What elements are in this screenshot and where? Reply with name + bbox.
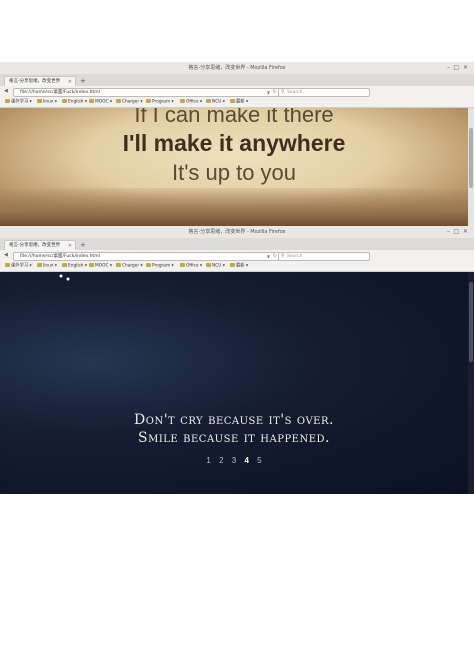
- bookmark-folder[interactable]: 最新 ▾: [230, 99, 248, 106]
- bookmark-folder[interactable]: English ▾: [62, 99, 87, 106]
- city-skyline-image: [0, 188, 468, 226]
- back-icon[interactable]: ◀: [4, 88, 8, 95]
- quote-line-1: If I can make it there: [134, 108, 334, 127]
- folder-icon: [89, 99, 94, 103]
- bookmark-folder[interactable]: 课外学习 ▾: [5, 99, 32, 106]
- browser-tab[interactable]: 格言-分享思绪，改变世界 ✕: [4, 240, 76, 250]
- folder-icon: [146, 263, 151, 267]
- scrollbar-thumb[interactable]: [469, 282, 473, 362]
- new-tab-button[interactable]: +: [80, 240, 86, 250]
- search-input[interactable]: ⚲ Search: [278, 88, 370, 97]
- bookmarks-toolbar: 课外学习 ▾ linux ▾ English ▾ MOOC ▾ Charger …: [0, 261, 474, 272]
- bookmark-folder[interactable]: English ▾: [62, 263, 87, 270]
- quote-line-2: I'll make it anywhere: [122, 130, 346, 156]
- pager-item[interactable]: 3: [232, 456, 236, 465]
- scrollbar[interactable]: [468, 108, 474, 226]
- folder-icon: [116, 99, 121, 103]
- back-icon[interactable]: ◀: [4, 252, 8, 259]
- folder-icon: [230, 99, 235, 103]
- close-window-button[interactable]: ✕: [463, 62, 468, 74]
- scrollbar-thumb[interactable]: [469, 128, 473, 188]
- nav-bar: ◀ file:///home/sc/桌面/Fuck/index.html ▼ ↻…: [0, 86, 474, 105]
- search-input[interactable]: ⚲ Search: [278, 252, 370, 261]
- minimize-button[interactable]: –: [447, 62, 450, 74]
- window-title: 格言-分享思绪，改变世界 - Mozilla Firefox: [188, 65, 286, 71]
- quote-line-3: It's up to you: [171, 160, 297, 185]
- nav-bar: ◀ file:///home/sc/桌面/Fuck/index.html ▼ ↻…: [0, 250, 474, 269]
- firefox-window-2: 格言-分享思绪，改变世界 - Mozilla Firefox – □ ✕ 格言-…: [0, 226, 474, 494]
- folder-icon: [37, 99, 42, 103]
- bookmark-folder[interactable]: linux ▾: [37, 263, 57, 270]
- url-text: file:///home/sc/桌面/Fuck/index.html: [20, 90, 100, 95]
- search-placeholder: Search: [287, 90, 303, 95]
- toolbar-icons: ☆▤◘⇩⌂☺●▣≡: [364, 88, 445, 105]
- tab-label: 格言-分享思绪，改变世界: [9, 79, 61, 84]
- bookmarks-toolbar: 课外学习 ▾ linux ▾ English ▾ MOOC ▾ Charger …: [0, 97, 474, 108]
- search-icon: ⚲: [281, 89, 285, 95]
- folder-icon: [5, 263, 10, 267]
- folder-icon: [62, 263, 67, 267]
- reload-icon[interactable]: ↻: [273, 253, 277, 260]
- bookmark-folder[interactable]: MOOC ▾: [89, 263, 112, 270]
- quote-line-2: Smile because it happened.: [137, 430, 330, 446]
- tab-bar: 格言-分享思绪，改变世界 ✕ +: [0, 238, 474, 250]
- firefox-window-1: 格言-分享思绪，改变世界 - Mozilla Firefox – □ ✕ 格言-…: [0, 62, 474, 226]
- new-tab-button[interactable]: +: [80, 76, 86, 86]
- url-bar[interactable]: file:///home/sc/桌面/Fuck/index.html ▼ ↻: [13, 252, 281, 261]
- bookmark-folder[interactable]: Charger ▾: [116, 99, 143, 106]
- pager-item[interactable]: 5: [257, 456, 261, 465]
- folder-icon: [180, 263, 185, 267]
- pager-item[interactable]: 1: [206, 456, 210, 465]
- folder-icon: [230, 263, 235, 267]
- bookmark-folder[interactable]: Program ▾: [146, 263, 174, 270]
- bookmark-folder[interactable]: NCU ▾: [206, 99, 225, 106]
- bookmark-folder[interactable]: 最新 ▾: [230, 263, 248, 270]
- toolbar-icons: ☆▤◘⇩⌂☺●▣≡: [364, 252, 445, 269]
- folder-icon: [62, 99, 67, 103]
- url-text: file:///home/sc/桌面/Fuck/index.html: [20, 254, 100, 259]
- scrollbar[interactable]: [468, 272, 474, 494]
- dropdown-arrow-icon[interactable]: ▼: [267, 253, 270, 260]
- slide-pager: 1 2 3 4 5: [0, 456, 468, 465]
- folder-icon: [116, 263, 121, 267]
- folder-icon: [89, 263, 94, 267]
- maximize-button[interactable]: □: [453, 62, 459, 74]
- bookmark-folder[interactable]: Office ▾: [180, 99, 202, 106]
- browser-tab[interactable]: 格言-分享思绪，改变世界 ✕: [4, 76, 76, 86]
- folder-icon: [37, 263, 42, 267]
- folder-icon: [5, 99, 10, 103]
- bookmark-folder[interactable]: 课外学习 ▾: [5, 263, 32, 270]
- page-content-sepia: If I can make it there I'll make it anyw…: [0, 108, 468, 226]
- quote-line-1: Don't cry because it's over.: [134, 412, 334, 428]
- folder-icon: [180, 99, 185, 103]
- folder-icon: [206, 99, 211, 103]
- tab-label: 格言-分享思绪，改变世界: [9, 243, 61, 248]
- search-icon: ⚲: [281, 253, 285, 259]
- minimize-button[interactable]: –: [447, 226, 450, 238]
- bookmark-folder[interactable]: MOOC ▾: [89, 99, 112, 106]
- tab-bar: 格言-分享思绪，改变世界 ✕ +: [0, 74, 474, 86]
- search-placeholder: Search: [287, 254, 303, 259]
- bookmark-folder[interactable]: Charger ▾: [116, 263, 143, 270]
- bookmark-folder[interactable]: Program ▾: [146, 99, 174, 106]
- folder-icon: [206, 263, 211, 267]
- url-bar[interactable]: file:///home/sc/桌面/Fuck/index.html ▼ ↻: [13, 88, 281, 97]
- dropdown-arrow-icon[interactable]: ▼: [267, 89, 270, 96]
- moon-icon: [39, 274, 78, 311]
- window-title: 格言-分享思绪，改变世界 - Mozilla Firefox: [188, 229, 286, 235]
- pager-item[interactable]: 2: [219, 456, 223, 465]
- close-window-button[interactable]: ✕: [463, 226, 468, 238]
- reload-icon[interactable]: ↻: [273, 89, 277, 96]
- maximize-button[interactable]: □: [453, 226, 459, 238]
- bookmark-folder[interactable]: linux ▾: [37, 99, 57, 106]
- bookmark-folder[interactable]: NCU ▾: [206, 263, 225, 270]
- folder-icon: [146, 99, 151, 103]
- page-content-night: Don't cry because it's over. Smile becau…: [0, 272, 468, 494]
- bookmark-folder[interactable]: Office ▾: [180, 263, 202, 270]
- pager-item-active[interactable]: 4: [244, 456, 248, 465]
